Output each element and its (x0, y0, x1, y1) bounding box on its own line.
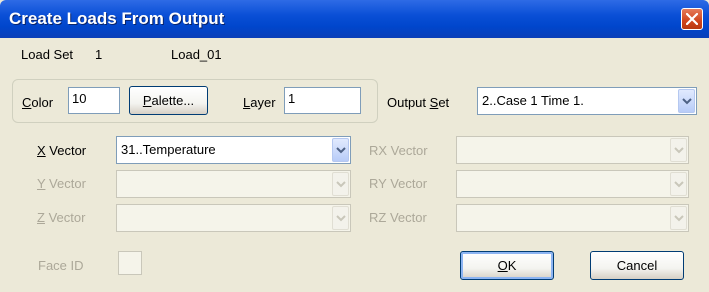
face-id-checkbox (118, 251, 142, 275)
rz-vector-select (456, 204, 689, 232)
x-vector-value: 31..Temperature (121, 142, 216, 157)
chevron-down-icon (674, 147, 684, 154)
x-vector-dropdown-button[interactable] (332, 138, 349, 162)
layer-label: Layer (243, 95, 276, 110)
rx-vector-dropdown-button (670, 138, 687, 162)
ok-button[interactable]: OK (460, 251, 554, 280)
chevron-down-icon (336, 147, 346, 154)
z-vector-dropdown-button (332, 206, 349, 230)
rz-vector-dropdown-button (670, 206, 687, 230)
y-vector-select (116, 170, 351, 198)
y-vector-dropdown-button (332, 172, 349, 196)
z-vector-label: Z Vector (37, 210, 86, 225)
rz-vector-label: RZ Vector (369, 210, 427, 225)
cancel-button[interactable]: Cancel (590, 251, 684, 280)
rx-vector-select (456, 136, 689, 164)
ry-vector-select (456, 170, 689, 198)
close-button[interactable] (681, 8, 703, 30)
x-vector-select[interactable]: 31..Temperature (116, 136, 351, 164)
rx-vector-label: RX Vector (369, 143, 428, 158)
load-set-name: Load_01 (171, 47, 222, 62)
x-vector-label: X Vector (37, 143, 87, 158)
chevron-down-icon (674, 181, 684, 188)
y-vector-label: Y Vector (37, 176, 86, 191)
chevron-down-icon (674, 215, 684, 222)
output-set-label: Output Set (387, 95, 450, 110)
output-set-select[interactable]: 2..Case 1 Time 1. (477, 87, 697, 115)
output-set-dropdown-button[interactable] (678, 89, 695, 113)
face-id-label: Face ID (38, 258, 84, 273)
layer-input[interactable]: 1 (284, 87, 361, 114)
chevron-down-icon (336, 215, 346, 222)
window-title: Create Loads From Output (9, 9, 225, 28)
output-set-value: 2..Case 1 Time 1. (482, 93, 584, 108)
load-set-label: Load Set (21, 47, 74, 62)
color-label: Color (22, 95, 54, 110)
load-set-number: 1 (95, 47, 103, 62)
chevron-down-icon (682, 98, 692, 105)
title-bar: Create Loads From Output (0, 0, 709, 38)
palette-button[interactable]: Palette... (129, 86, 208, 115)
close-icon (686, 13, 698, 25)
z-vector-select (116, 204, 351, 232)
ry-vector-label: RY Vector (369, 176, 428, 191)
chevron-down-icon (336, 181, 346, 188)
color-input[interactable]: 10 (68, 87, 120, 114)
ry-vector-dropdown-button (670, 172, 687, 196)
